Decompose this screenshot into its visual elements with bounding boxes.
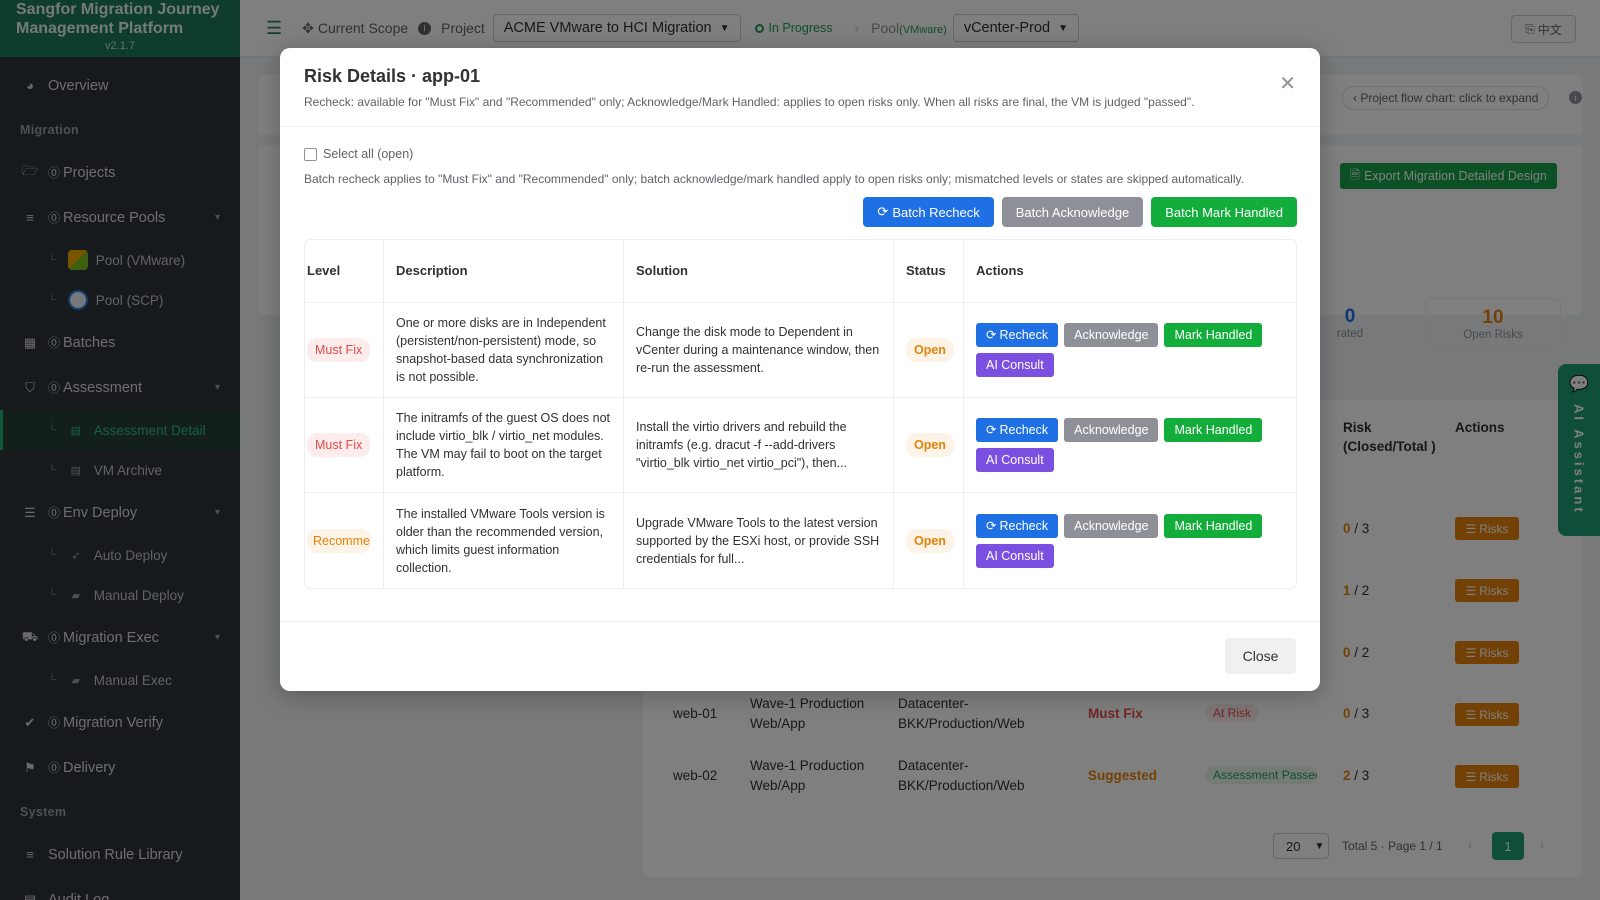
dialog-title: Risk Details · app-01 [304,66,481,86]
level-badge: Must Fix [307,338,371,362]
recheck-label: Recheck [999,423,1049,437]
risk-table: Level Description Solution Status Action… [304,239,1297,589]
risk-details-dialog: Risk Details · app-01 Recheck: available… [280,48,1320,691]
status-cell: Open [894,303,964,397]
col-level: Level [305,240,384,302]
refresh-icon: ⟳ [986,328,997,342]
level-badge: Recomme [307,528,371,553]
mark-handled-button[interactable]: Mark Handled [1164,513,1263,538]
ai-consult-button[interactable]: AI Consult [976,448,1054,472]
select-all-label: Select all (open) [323,147,414,161]
recheck-button[interactable]: ⟳ Recheck [976,513,1059,538]
batch-note: Batch recheck applies to "Must Fix" and … [304,172,1244,186]
action-group: ⟳ Recheck Acknowledge Mark Handled [976,323,1263,347]
col-actions: Actions [976,263,1024,278]
level-cell: Must Fix [305,398,384,492]
status-badge: Open [906,528,954,553]
batch-mark-handled-button[interactable]: Batch Mark Handled [1151,197,1297,227]
acknowledge-button[interactable]: Acknowledge [1064,513,1159,538]
batch-actions: ⟳ Batch Recheck Batch Acknowledge Batch M… [304,197,1297,227]
recheck-label: Recheck [999,518,1049,533]
action-group: AI Consult [976,353,1054,377]
batch-recheck-label: Batch Recheck [892,204,980,220]
solution-cell: Change the disk mode to Dependent in vCe… [624,303,894,397]
description-cell: The initramfs of the guest OS does not i… [384,398,624,492]
action-group: ⟳ Recheck Acknowledge Mark Handled [976,418,1263,442]
table-row: Must Fix One or more disks are in Indepe… [305,303,1296,398]
level-cell: Recomme [305,493,384,588]
close-icon[interactable]: ✕ [1279,74,1296,94]
actions-cell: ⟳ Recheck Acknowledge Mark Handled AI Con… [964,493,1296,588]
status-badge: Open [906,338,954,362]
action-group: AI Consult [976,543,1054,568]
close-button[interactable]: Close [1225,638,1296,674]
recheck-label: Recheck [999,328,1049,342]
status-badge: Open [906,433,954,457]
dialog-footer: Close [280,621,1320,691]
solution-cell: Install the virtio drivers and rebuild t… [624,398,894,492]
status-cell: Open [894,493,964,588]
acknowledge-button[interactable]: Acknowledge [1064,323,1159,347]
refresh-icon: ⟳ [877,204,889,219]
col-description: Description [384,240,624,302]
action-group: ⟳ Recheck Acknowledge Mark Handled [976,513,1263,538]
dialog-header: Risk Details · app-01 Recheck: available… [280,48,1320,127]
refresh-icon: ⟳ [986,423,997,437]
table-row: Recomme The installed VMware Tools versi… [305,493,1296,588]
risk-table-header: Level Description Solution Status Action… [305,240,1296,303]
mark-handled-button[interactable]: Mark Handled [1164,418,1263,442]
recheck-button[interactable]: ⟳ Recheck [976,323,1059,347]
acknowledge-button[interactable]: Acknowledge [1064,418,1159,442]
table-row: Must Fix The initramfs of the guest OS d… [305,398,1296,493]
col-solution: Solution [624,240,894,302]
select-all-row: Select all (open) [304,147,1296,161]
dialog-subtitle: Recheck: available for "Must Fix" and "R… [304,95,1195,109]
ai-consult-button[interactable]: AI Consult [976,543,1054,568]
actions-cell: ⟳ Recheck Acknowledge Mark Handled AI Con… [964,303,1296,397]
level-cell: Must Fix [305,303,384,397]
actions-cell: ⟳ Recheck Acknowledge Mark Handled AI Con… [964,398,1296,492]
ai-consult-button[interactable]: AI Consult [976,353,1054,377]
description-cell: The installed VMware Tools version is ol… [384,493,624,588]
solution-cell: Upgrade VMware Tools to the latest versi… [624,493,894,588]
level-badge: Must Fix [307,433,371,457]
batch-acknowledge-button[interactable]: Batch Acknowledge [1001,197,1144,227]
description-cell: One or more disks are in Independent (pe… [384,303,624,397]
dialog-body: Select all (open) Batch recheck applies … [280,127,1320,589]
status-cell: Open [894,398,964,492]
col-status: Status [894,240,964,302]
recheck-button[interactable]: ⟳ Recheck [976,418,1059,442]
select-all-checkbox[interactable] [304,147,317,161]
batch-recheck-button[interactable]: ⟳ Batch Recheck [863,197,994,227]
mark-handled-button[interactable]: Mark Handled [1164,323,1263,347]
action-group: AI Consult [976,448,1054,472]
refresh-icon: ⟳ [986,518,997,533]
